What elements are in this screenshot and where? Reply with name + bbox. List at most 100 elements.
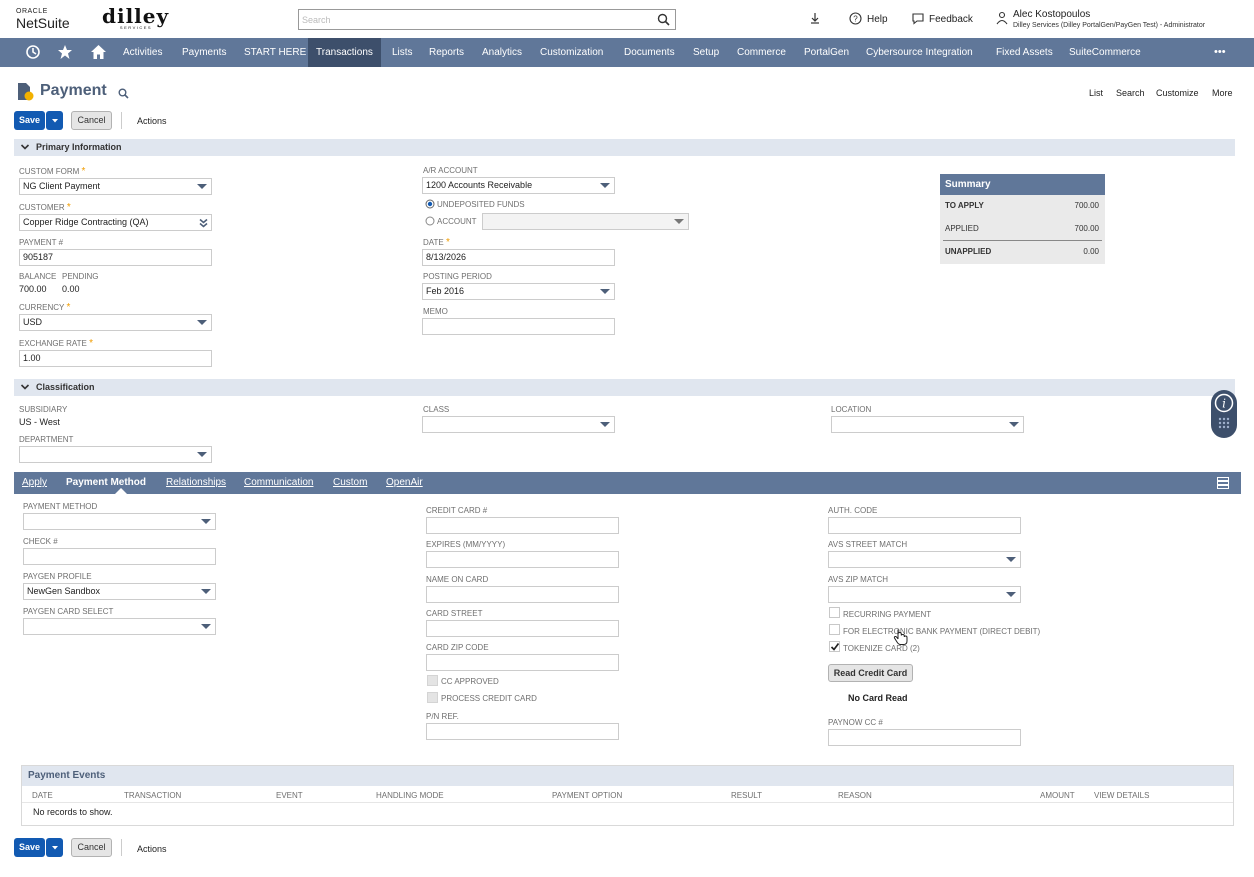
feedback-link[interactable]: Feedback <box>929 14 973 25</box>
nav-activities[interactable]: Activities <box>115 38 170 67</box>
home-icon[interactable] <box>90 44 107 60</box>
name-on-card-input[interactable] <box>426 586 619 603</box>
actions-menu[interactable]: Actions <box>137 116 167 126</box>
read-credit-card-button[interactable]: Read Credit Card <box>828 664 913 682</box>
customer-select[interactable]: Copper Ridge Contracting (QA) <box>19 214 212 231</box>
undeposited-funds-radio[interactable] <box>425 199 435 209</box>
exchange-rate-input[interactable]: 1.00 <box>19 350 212 367</box>
link-search[interactable]: Search <box>1116 88 1145 98</box>
currency-select[interactable]: USD <box>19 314 212 331</box>
nav-transactions[interactable]: Transactions <box>308 38 381 67</box>
record-search-icon[interactable] <box>118 88 129 99</box>
column-header[interactable]: DATE <box>32 791 53 800</box>
nav-fixed-assets[interactable]: Fixed Assets <box>988 38 1061 67</box>
side-help-widget[interactable]: i <box>1211 390 1237 438</box>
help-link[interactable]: Help <box>867 14 888 25</box>
auth-code-input[interactable] <box>828 517 1021 534</box>
tab-custom[interactable]: Custom <box>333 477 367 488</box>
paygen-card-select[interactable] <box>23 618 216 635</box>
save-button-bottom[interactable]: Save <box>14 838 45 857</box>
paynow-cc-input[interactable] <box>828 729 1021 746</box>
save-options-dropdown[interactable] <box>46 111 63 130</box>
netsuite-logo[interactable]: NetSuite <box>16 15 70 31</box>
column-header[interactable]: AMOUNT <box>1040 791 1075 800</box>
collapse-chevron-icon[interactable] <box>20 142 30 152</box>
link-customize[interactable]: Customize <box>1156 88 1199 98</box>
nav-more-icon[interactable]: ••• <box>1206 38 1234 67</box>
date-input[interactable]: 8/13/2026 <box>422 249 615 266</box>
nav-documents[interactable]: Documents <box>616 38 683 67</box>
save-button[interactable]: Save <box>14 111 45 130</box>
column-header[interactable]: VIEW DETAILS <box>1094 791 1149 800</box>
nav-payments[interactable]: Payments <box>174 38 234 67</box>
keypad-icon[interactable] <box>1218 417 1230 431</box>
company-logo[interactable]: dilley SERVICES <box>102 6 170 32</box>
column-header[interactable]: RESULT <box>731 791 762 800</box>
link-list[interactable]: List <box>1089 88 1103 98</box>
save-options-dropdown-bottom[interactable] <box>46 838 63 857</box>
tokenize-card-checkbox[interactable] <box>829 641 840 652</box>
favorites-star-icon[interactable] <box>57 44 73 60</box>
memo-input[interactable] <box>422 318 615 335</box>
user-roles-icon[interactable] <box>995 11 1009 25</box>
tab-apply[interactable]: Apply <box>22 477 47 488</box>
paygen-profile-select[interactable]: NewGen Sandbox <box>23 583 216 600</box>
credit-card-number-input[interactable] <box>426 517 619 534</box>
recent-records-icon[interactable] <box>809 12 821 26</box>
class-select[interactable] <box>422 416 615 433</box>
actions-menu-bottom[interactable]: Actions <box>137 844 167 854</box>
nav-lists[interactable]: Lists <box>384 38 421 67</box>
search-input[interactable] <box>299 10 649 29</box>
search-icon[interactable] <box>657 13 670 26</box>
posting-period-select[interactable]: Feb 2016 <box>422 283 615 300</box>
nav-suitecommerce[interactable]: SuiteCommerce <box>1061 38 1149 67</box>
custom-form-select[interactable]: NG Client Payment <box>19 178 212 195</box>
column-header[interactable]: PAYMENT OPTION <box>552 791 622 800</box>
recent-icon[interactable] <box>25 44 41 60</box>
nav-analytics[interactable]: Analytics <box>474 38 530 67</box>
column-header[interactable]: EVENT <box>276 791 303 800</box>
department-select[interactable] <box>19 446 212 463</box>
account-select[interactable] <box>482 213 689 230</box>
expires-input[interactable] <box>426 551 619 568</box>
global-search[interactable] <box>298 9 676 30</box>
cancel-button-bottom[interactable]: Cancel <box>71 838 112 857</box>
tab-relationships[interactable]: Relationships <box>166 477 226 488</box>
collapse-chevron-icon[interactable] <box>20 382 30 392</box>
feedback-icon[interactable] <box>911 12 925 25</box>
column-header[interactable]: REASON <box>838 791 872 800</box>
payment-method-select[interactable] <box>23 513 216 530</box>
recurring-payment-checkbox[interactable] <box>829 607 840 618</box>
nav-commerce[interactable]: Commerce <box>729 38 794 67</box>
user-name[interactable]: Alec Kostopoulos <box>1013 9 1090 20</box>
tab-communication[interactable]: Communication <box>244 477 313 488</box>
layout-toggle-icon[interactable] <box>1217 477 1229 489</box>
check-number-input[interactable] <box>23 548 216 565</box>
nav-customization[interactable]: Customization <box>532 38 611 67</box>
column-header[interactable]: HANDLING MODE <box>376 791 444 800</box>
ar-account-select[interactable]: 1200 Accounts Receivable <box>422 177 615 194</box>
column-header[interactable]: TRANSACTION <box>124 791 181 800</box>
process-credit-card-checkbox[interactable] <box>427 692 438 703</box>
tab-payment-method[interactable]: Payment Method <box>66 477 146 488</box>
cancel-button[interactable]: Cancel <box>71 111 112 130</box>
nav-setup[interactable]: Setup <box>685 38 727 67</box>
primary-info-section-header[interactable]: Primary Information <box>14 139 1235 156</box>
electronic-bank-payment-checkbox[interactable] <box>829 624 840 635</box>
nav-portalgen[interactable]: PortalGen <box>796 38 857 67</box>
payment-number-input[interactable]: 905187 <box>19 249 212 266</box>
location-select[interactable] <box>831 416 1024 433</box>
nav-start-here[interactable]: START HERE <box>236 38 314 67</box>
pn-ref-input[interactable] <box>426 723 619 740</box>
double-chevron-icon[interactable] <box>199 218 208 228</box>
avs-zip-match-select[interactable] <box>828 586 1021 603</box>
info-icon[interactable]: i <box>1214 393 1234 413</box>
classification-section-header[interactable]: Classification <box>14 379 1235 396</box>
tab-openair[interactable]: OpenAir <box>386 477 423 488</box>
nav-cybersource-integration[interactable]: Cybersource Integration <box>858 38 981 67</box>
cc-approved-checkbox[interactable] <box>427 675 438 686</box>
help-icon[interactable]: ? <box>849 12 862 25</box>
avs-street-match-select[interactable] <box>828 551 1021 568</box>
user-role[interactable]: Dilley Services (Dilley PortalGen/PayGen… <box>1013 22 1205 29</box>
link-more[interactable]: More <box>1212 88 1233 98</box>
